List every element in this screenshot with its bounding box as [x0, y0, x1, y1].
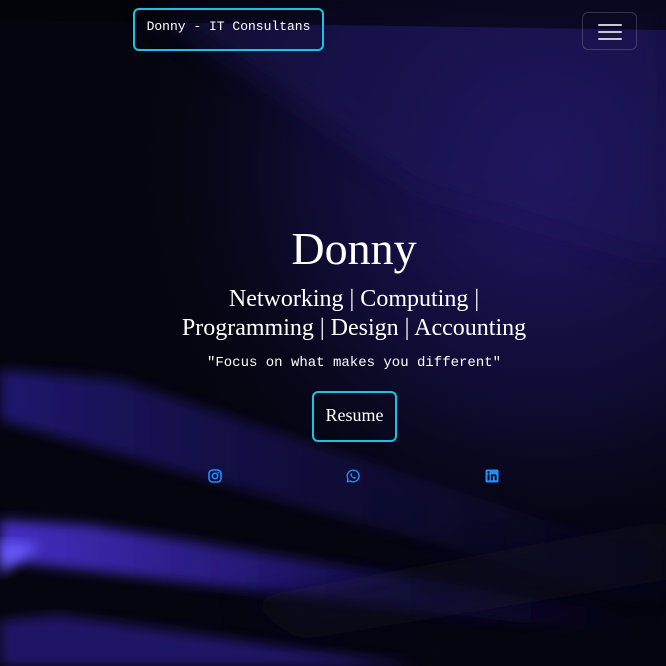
navbar-brand[interactable]: Donny - IT Consultans: [133, 8, 324, 51]
hero-quote: "Focus on what makes you different": [206, 355, 502, 371]
linkedin-link[interactable]: [485, 469, 499, 483]
instagram-link[interactable]: [208, 469, 222, 483]
hero-title: Donny: [291, 223, 417, 274]
hamburger-menu-icon: [598, 24, 622, 26]
resume-button[interactable]: Resume: [312, 391, 397, 442]
navbar-toggle-button[interactable]: [582, 12, 637, 50]
linkedin-icon: [485, 469, 499, 483]
hamburger-menu-icon: [598, 31, 622, 33]
whatsapp-icon: [346, 469, 360, 483]
instagram-icon: [208, 469, 222, 483]
whatsapp-link[interactable]: [346, 469, 360, 483]
hero-subtitle: Networking | Computing | Programming | D…: [181, 286, 527, 341]
hamburger-menu-icon: [598, 38, 622, 40]
